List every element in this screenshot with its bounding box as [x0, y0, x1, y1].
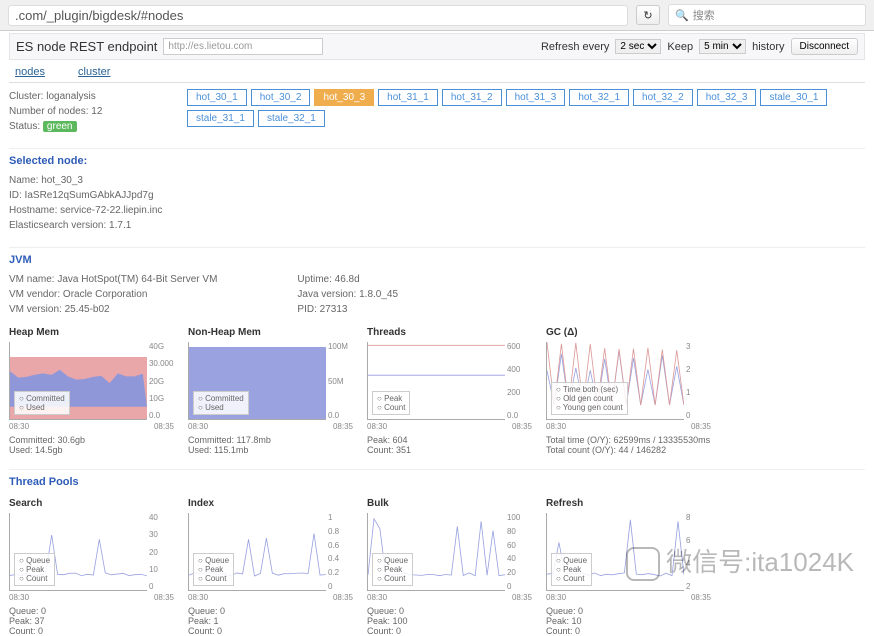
chart-plot: PeakCount — [367, 342, 505, 420]
chart-stats: Peak: 604Count: 351 — [367, 435, 532, 455]
node-button-hot_31_2[interactable]: hot_31_2 — [442, 89, 502, 106]
node-button-stale_31_1[interactable]: stale_31_1 — [187, 110, 254, 127]
node-button-stale_30_1[interactable]: stale_30_1 — [760, 89, 827, 106]
jvm-charts-row: Heap MemCommittedUsed40G30.00020G10G0.00… — [9, 327, 865, 455]
search-bar[interactable]: 🔍 搜索 — [668, 4, 866, 26]
node-name: Name: hot_30_3 — [9, 173, 865, 188]
keep-label: Keep — [667, 41, 693, 53]
chart-index: IndexQueuePeakCount10.80.60.40.2008:3008… — [188, 498, 353, 636]
keep-select[interactable]: 5 min — [699, 39, 746, 54]
node-button-hot_30_3[interactable]: hot_30_3 — [314, 89, 374, 106]
chart-stats: Committed: 117.8mbUsed: 115.1mb — [188, 435, 353, 455]
chart-title: Refresh — [546, 498, 711, 509]
pid: PID: 27313 — [297, 302, 398, 317]
chart-plot: CommittedUsed — [9, 342, 147, 420]
node-button-hot_32_2[interactable]: hot_32_2 — [633, 89, 693, 106]
chart-title: Heap Mem — [9, 327, 174, 338]
java-version: Java version: 1.8.0_45 — [297, 287, 398, 302]
chart-gc-: GC (Δ) Time both (sec)Old gen countYoung … — [546, 327, 711, 455]
chart-title: GC (Δ) — [546, 327, 711, 338]
cluster-nodes: Number of nodes: 12 — [9, 104, 179, 119]
chart-title: Bulk — [367, 498, 532, 509]
search-placeholder: 搜索 — [693, 7, 715, 23]
node-buttons: hot_30_1hot_30_2hot_30_3hot_31_1hot_31_2… — [187, 89, 865, 127]
node-button-hot_32_1[interactable]: hot_32_1 — [569, 89, 629, 106]
selected-node-info: Name: hot_30_3 ID: IaSRe12qSumGAbkAJJpd7… — [9, 173, 865, 233]
thread-pools-title: Thread Pools — [9, 469, 865, 488]
chart-plot: QueuePeakCount — [367, 513, 505, 591]
chart-stats: Total time (O/Y): 62599ms / 13335530msTo… — [546, 435, 711, 455]
chart-search: SearchQueuePeakCount40302010008:3008:35Q… — [9, 498, 174, 636]
chart-plot: QueuePeakCount — [188, 513, 326, 591]
chart-title: Threads — [367, 327, 532, 338]
refresh-label: Refresh every — [541, 41, 609, 53]
uptime: Uptime: 46.8d — [297, 272, 398, 287]
chart-stats: Queue: 0Peak: 100Count: 0 — [367, 606, 532, 636]
chart-legend: CommittedUsed — [193, 391, 249, 415]
reload-icon: ↻ — [643, 9, 652, 22]
thread-pool-charts-row: SearchQueuePeakCount40302010008:3008:35Q… — [9, 498, 865, 636]
chart-plot: QueuePeakCount — [546, 513, 684, 591]
node-button-hot_31_1[interactable]: hot_31_1 — [378, 89, 438, 106]
chart-threads: ThreadsPeakCount6004002000.008:3008:35Pe… — [367, 327, 532, 455]
cluster-name: Cluster: loganalysis — [9, 89, 179, 104]
chart-plot: Time both (sec)Old gen countYoung gen co… — [546, 342, 684, 420]
node-hostname: Hostname: service-72-22.liepin.inc — [9, 203, 865, 218]
jvm-title: JVM — [9, 247, 865, 266]
history-label: history — [752, 41, 784, 53]
disconnect-button[interactable]: Disconnect — [791, 38, 858, 55]
node-button-hot_31_3[interactable]: hot_31_3 — [506, 89, 566, 106]
cluster-status-label: Status: — [9, 121, 40, 132]
chart-legend: QueuePeakCount — [372, 553, 413, 586]
reload-button[interactable]: ↻ — [636, 5, 660, 25]
tab-cluster[interactable]: cluster — [78, 66, 110, 78]
chart-refresh: RefreshQueuePeakCount864208:3008:35Queue… — [546, 498, 711, 636]
chart-title: Index — [188, 498, 353, 509]
node-button-stale_32_1[interactable]: stale_32_1 — [258, 110, 325, 127]
cluster-info: Cluster: loganalysis Number of nodes: 12… — [9, 89, 179, 134]
chart-title: Search — [9, 498, 174, 509]
status-badge: green — [43, 121, 77, 132]
chart-bulk: BulkQueuePeakCount10080604020008:3008:35… — [367, 498, 532, 636]
chart-legend: CommittedUsed — [14, 391, 70, 415]
node-version: Elasticsearch version: 1.7.1 — [9, 218, 865, 233]
node-button-hot_32_3[interactable]: hot_32_3 — [697, 89, 757, 106]
jvm-info: VM name: Java HotSpot(TM) 64-Bit Server … — [9, 272, 865, 317]
endpoint-label: ES node REST endpoint — [16, 39, 157, 54]
tab-nodes[interactable]: nodes — [15, 66, 45, 78]
chart-non-heap-mem: Non-Heap MemCommittedUsed100M50M0.008:30… — [188, 327, 353, 455]
chart-legend: Time both (sec)Old gen countYoung gen co… — [551, 382, 628, 415]
chart-legend: QueuePeakCount — [14, 553, 55, 586]
chart-legend: QueuePeakCount — [193, 553, 234, 586]
chart-stats: Queue: 0Peak: 10Count: 0 — [546, 606, 711, 636]
tab-row: nodes cluster — [9, 62, 865, 83]
chart-plot: QueuePeakCount — [9, 513, 147, 591]
chart-stats: Committed: 30.6gbUsed: 14.5gb — [9, 435, 174, 455]
selected-node-title: Selected node: — [9, 148, 865, 167]
chart-legend: PeakCount — [372, 391, 410, 415]
node-button-hot_30_1[interactable]: hot_30_1 — [187, 89, 247, 106]
search-icon: 🔍 — [675, 9, 689, 22]
browser-bar: .com/_plugin/bigdesk/#nodes ↻ 🔍 搜索 — [0, 0, 874, 31]
vm-version: VM version: 25.45-b02 — [9, 302, 217, 317]
vm-vendor: VM vendor: Oracle Corporation — [9, 287, 217, 302]
url-bar[interactable]: .com/_plugin/bigdesk/#nodes — [8, 5, 628, 26]
toolbar: ES node REST endpoint Refresh every 2 se… — [9, 33, 865, 60]
refresh-select[interactable]: 2 sec — [615, 39, 661, 54]
chart-plot: CommittedUsed — [188, 342, 326, 420]
chart-title: Non-Heap Mem — [188, 327, 353, 338]
chart-stats: Queue: 0Peak: 1Count: 0 — [188, 606, 353, 636]
chart-heap-mem: Heap MemCommittedUsed40G30.00020G10G0.00… — [9, 327, 174, 455]
chart-stats: Queue: 0Peak: 37Count: 0 — [9, 606, 174, 636]
vm-name: VM name: Java HotSpot(TM) 64-Bit Server … — [9, 272, 217, 287]
node-id: ID: IaSRe12qSumGAbkAJJpd7g — [9, 188, 865, 203]
endpoint-input[interactable] — [163, 38, 323, 55]
chart-legend: QueuePeakCount — [551, 553, 592, 586]
node-button-hot_30_2[interactable]: hot_30_2 — [251, 89, 311, 106]
